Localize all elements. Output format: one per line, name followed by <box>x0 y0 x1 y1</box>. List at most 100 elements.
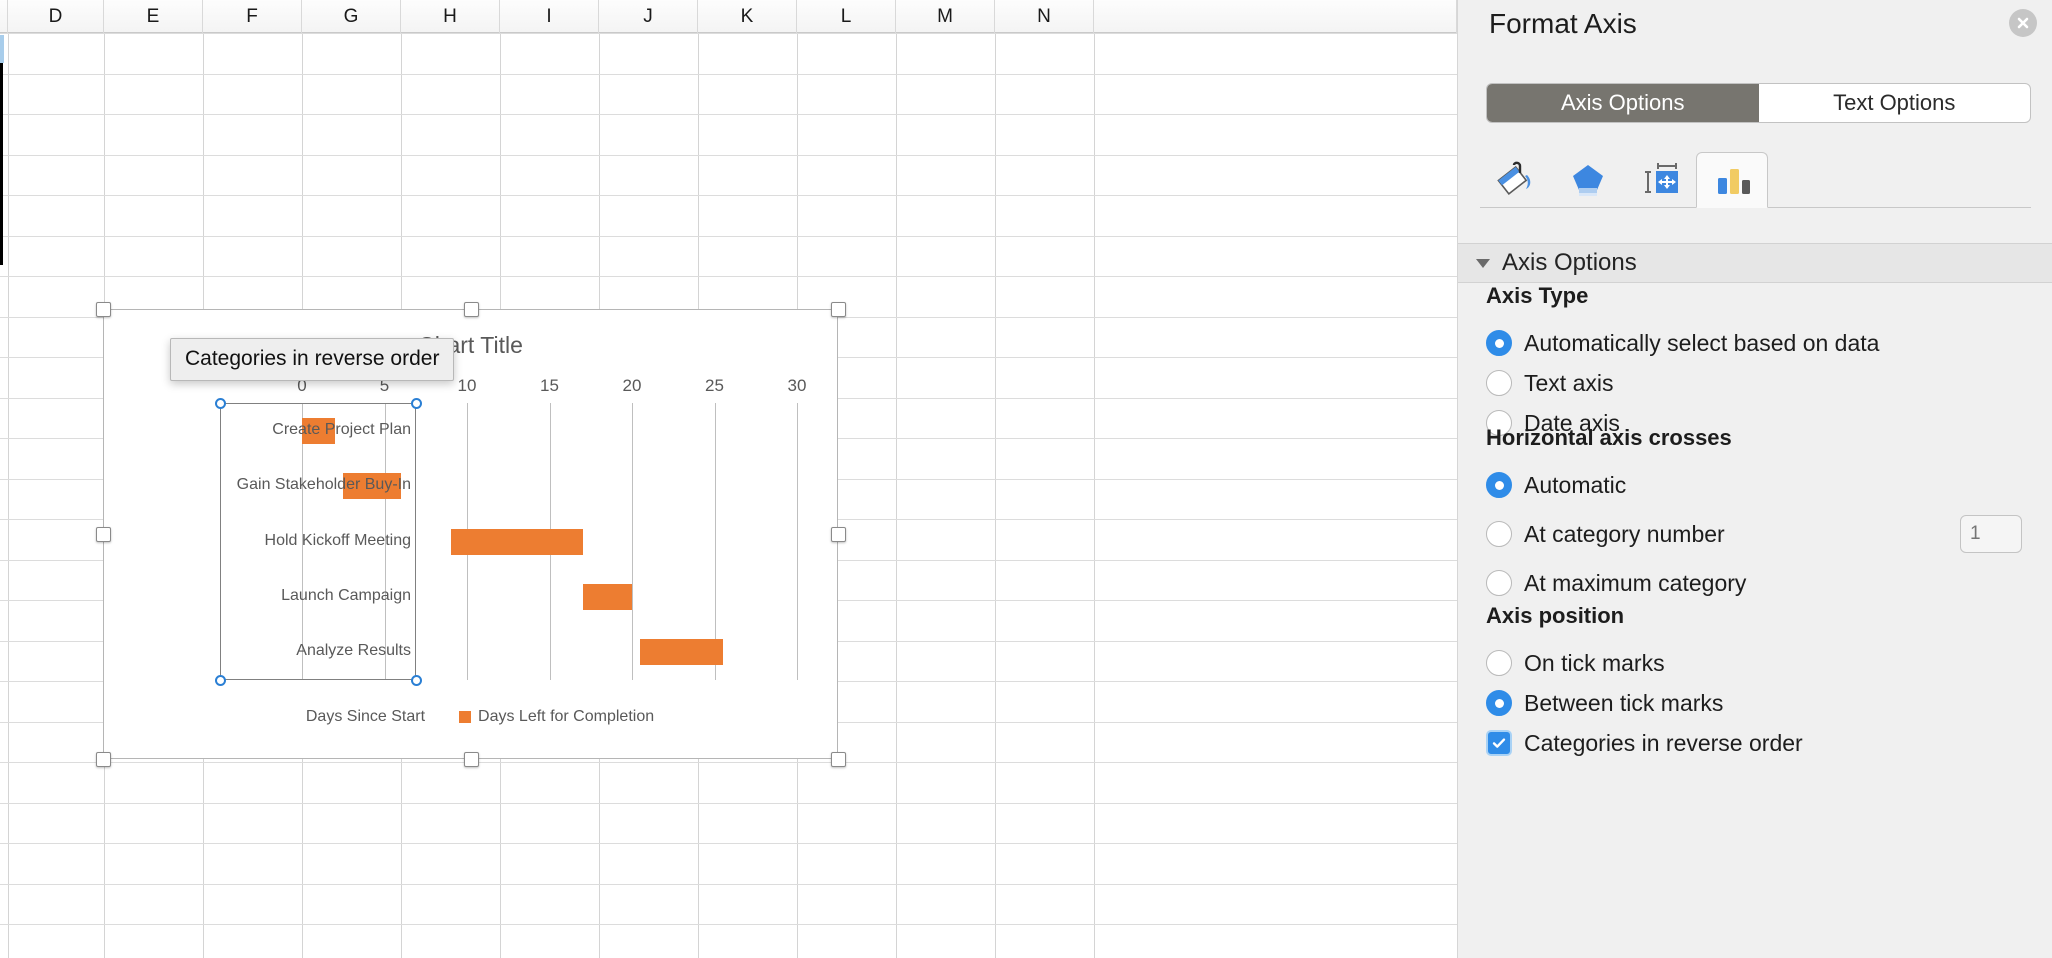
category-number-input[interactable] <box>1960 515 2022 553</box>
column-header-h[interactable]: H <box>401 0 500 33</box>
column-header-i[interactable]: I <box>500 0 599 33</box>
x-axis-tick-label: 20 <box>622 376 642 395</box>
option-group-title: Horizontal axis crosses <box>1486 425 1732 450</box>
axis-options-section-header[interactable]: Axis Options <box>1458 243 2052 283</box>
chart-legend[interactable]: Days Since Start Days Left for Completion <box>104 708 837 726</box>
format-axis-panel: Format Axis Axis Options Text Options Ax… <box>1457 0 2052 958</box>
panel-icon-tab-row[interactable] <box>1480 148 2031 208</box>
section-label: Axis Options <box>1502 249 1637 276</box>
option-label: On tick marks <box>1524 649 1665 676</box>
legend-label: Days Since Start <box>305 708 426 725</box>
column-header-e[interactable]: E <box>104 0 203 33</box>
fill-line-icon[interactable] <box>1480 151 1552 207</box>
grid-line-horizontal <box>0 884 1457 885</box>
tab-text-options[interactable]: Text Options <box>1759 84 2031 122</box>
radio-icon[interactable] <box>1486 370 1512 396</box>
chart-resize-handle[interactable] <box>831 527 846 542</box>
app-root: DEFGHIJKLMN Chart Title 0 5 10 15 20 25 30 Cre… <box>0 0 2052 958</box>
radio-on-tick-marks[interactable]: On tick marks <box>1486 643 2052 683</box>
checkbox-icon[interactable] <box>1486 730 1512 756</box>
grid-line-horizontal <box>0 195 1457 196</box>
radio-icon[interactable] <box>1486 330 1512 356</box>
radio-icon[interactable] <box>1486 521 1512 547</box>
radio-between-tick-marks[interactable]: Between tick marks <box>1486 683 2052 723</box>
column-header-filler <box>1094 0 1457 33</box>
column-header-d[interactable]: D <box>8 0 104 33</box>
category-axis-label: Gain Stakeholder Buy-In <box>236 476 411 494</box>
option-group: Axis Type Automatically select based on d… <box>1458 283 2052 443</box>
panel-tab-group[interactable]: Axis Options Text Options <box>1486 83 2031 123</box>
grid-line-vertical <box>896 33 897 958</box>
category-axis-selected[interactable]: Create Project Plan Gain Stakeholder Buy-… <box>215 398 422 686</box>
chart-resize-handle[interactable] <box>96 527 111 542</box>
x-axis-tick-label: 25 <box>705 376 724 395</box>
chart-resize-handle[interactable] <box>96 752 111 767</box>
column-header-k[interactable]: K <box>698 0 797 33</box>
chart-bar[interactable] <box>640 639 723 666</box>
grid-line-horizontal <box>0 33 1457 34</box>
radio-text-axis[interactable]: Text axis <box>1486 363 2052 403</box>
panel-body: Axis Type Automatically select based on d… <box>1458 283 2052 958</box>
grid-line-horizontal <box>0 803 1457 804</box>
radio-automatic[interactable]: Automatic <box>1486 465 2052 505</box>
option-label: At category number <box>1524 520 1725 547</box>
category-axis-label: Create Project Plan <box>272 420 411 438</box>
chart-bar[interactable] <box>450 528 583 555</box>
legend-swatch <box>287 711 299 723</box>
option-label: Automatic <box>1524 471 1627 498</box>
category-axis-label: Analyze Results <box>296 642 411 660</box>
axis-options-chart-icon[interactable] <box>1696 152 1768 208</box>
chart-resize-handle[interactable] <box>463 302 479 317</box>
column-header-l[interactable]: L <box>797 0 896 33</box>
x-axis-tick-label: 30 <box>787 376 807 395</box>
chart-gridline <box>632 403 633 680</box>
column-header-partial[interactable] <box>0 0 8 33</box>
axis-selection-dot[interactable] <box>411 398 422 409</box>
tab-axis-options[interactable]: Axis Options <box>1487 84 1759 122</box>
legend-item[interactable]: Days Left for Completion <box>459 708 654 726</box>
column-header-j[interactable]: J <box>599 0 698 33</box>
chart-bar[interactable] <box>582 583 632 610</box>
grid-line-horizontal <box>0 114 1457 115</box>
axis-selection-dot[interactable] <box>215 398 226 409</box>
panel-title: Format Axis <box>1489 8 1637 39</box>
grid-line-horizontal <box>0 924 1457 925</box>
category-axis-label: Hold Kickoff Meeting <box>264 531 411 549</box>
close-icon[interactable] <box>2009 9 2037 37</box>
checkbox-categories-in-reverse-order[interactable]: Categories in reverse order <box>1486 723 2052 763</box>
grid-line-horizontal <box>0 155 1457 156</box>
grid-line-vertical <box>1094 33 1095 958</box>
radio-icon[interactable] <box>1486 650 1512 676</box>
radio-icon[interactable] <box>1486 570 1512 596</box>
axis-selection-dot[interactable] <box>215 675 226 686</box>
legend-label: Days Left for Completion <box>478 708 655 725</box>
effects-icon[interactable] <box>1552 151 1624 207</box>
grid-line-horizontal <box>0 236 1457 237</box>
radio-icon[interactable] <box>1486 690 1512 716</box>
option-group: Horizontal axis crosses Automatic At categ… <box>1458 425 2052 603</box>
option-label: Between tick marks <box>1524 689 1724 716</box>
grid-line-vertical <box>995 33 996 958</box>
radio-at-maximum-category[interactable]: At maximum category <box>1486 563 2052 603</box>
grid-line-horizontal <box>0 843 1457 844</box>
selection-range-edge <box>0 61 3 265</box>
axis-selection-dot[interactable] <box>411 675 422 686</box>
chart-resize-handle[interactable] <box>463 752 479 767</box>
size-properties-icon[interactable] <box>1624 151 1696 207</box>
column-header-f[interactable]: F <box>203 0 302 33</box>
grid-line-horizontal <box>0 762 1457 763</box>
column-header-m[interactable]: M <box>896 0 995 33</box>
radio-icon[interactable] <box>1486 472 1512 498</box>
legend-item[interactable]: Days Since Start <box>287 708 425 726</box>
chart-resize-handle[interactable] <box>831 752 846 767</box>
grid-line-horizontal <box>0 276 1457 277</box>
chevron-down-icon <box>1476 258 1490 268</box>
chart-resize-handle[interactable] <box>831 302 846 317</box>
radio-at-category-number[interactable]: At category number <box>1486 505 2052 563</box>
column-header-g[interactable]: G <box>302 0 401 33</box>
chart-resize-handle[interactable] <box>96 302 111 317</box>
option-group-title: Axis position <box>1486 603 1625 628</box>
radio-automatically-select-based-on-data[interactable]: Automatically select based on data <box>1486 323 2052 363</box>
column-header-n[interactable]: N <box>995 0 1094 33</box>
x-axis-tick-label: 15 <box>540 376 559 395</box>
